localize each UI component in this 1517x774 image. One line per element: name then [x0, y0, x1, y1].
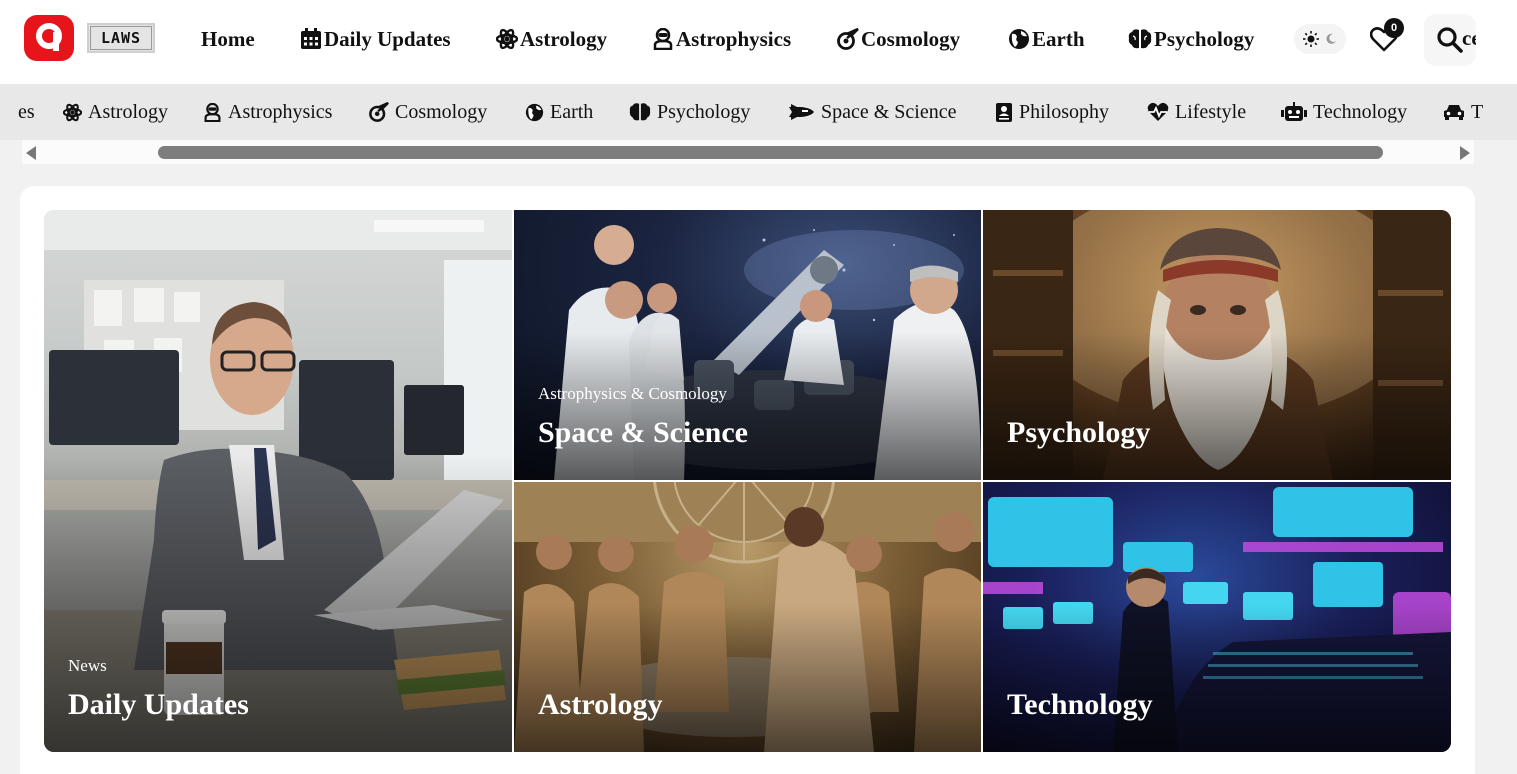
- moon-icon: [1326, 33, 1336, 44]
- category-label: Cosmology: [395, 100, 488, 123]
- site-header: LAWS Home Daily Updates Astrology Astrop…: [0, 0, 1517, 84]
- space-shuttle-icon: [789, 104, 814, 120]
- card-gradient-overlay: [983, 331, 1451, 480]
- category-label: Astrophysics: [228, 100, 333, 123]
- book-icon: [996, 102, 1012, 122]
- atom-icon: [496, 28, 518, 50]
- nav-cosmology-label: Cosmology: [861, 26, 961, 51]
- category-item-technology[interactable]: Technology: [1281, 98, 1407, 126]
- astronaut-icon: [204, 102, 221, 122]
- category-label: Space & Science: [821, 100, 957, 123]
- nav-cosmology[interactable]: Cosmology: [837, 24, 960, 54]
- meteor-icon: [369, 102, 389, 122]
- brain-icon: [629, 103, 651, 121]
- nav-earth[interactable]: Earth: [1008, 24, 1085, 54]
- nav-home-label: Home: [201, 26, 255, 51]
- category-item-lifestyle[interactable]: Lifestyle: [1147, 98, 1246, 126]
- category-strip[interactable]: es Astrology Astrophysics Cosmology Eart…: [0, 84, 1517, 140]
- card-kicker[interactable]: News: [68, 656, 107, 676]
- globe-icon: [1009, 29, 1029, 49]
- scroll-left-arrow-icon[interactable]: [26, 146, 36, 160]
- nav-psychology[interactable]: Psychology: [1128, 24, 1254, 54]
- category-label: Lifestyle: [1175, 100, 1247, 123]
- calendar-icon: [301, 28, 321, 49]
- card-gradient-overlay: [514, 603, 981, 752]
- meteor-icon: [837, 28, 859, 50]
- featured-card-daily-updates[interactable]: News Daily Updates: [44, 210, 512, 752]
- nav-earth-label: Earth: [1032, 26, 1085, 51]
- nav-home[interactable]: Home: [201, 24, 255, 54]
- category-label: Philosophy: [1019, 100, 1110, 123]
- category-scrollbar[interactable]: [22, 140, 1474, 164]
- logo-glyph-icon: [36, 23, 62, 51]
- category-label: Psychology: [657, 100, 751, 123]
- atom-icon: [63, 103, 82, 121]
- laws-badge[interactable]: LAWS: [87, 23, 155, 53]
- category-item-partial[interactable]: es: [18, 98, 35, 126]
- category-label: Earth: [550, 100, 594, 123]
- nav-psychology-label: Psychology: [1154, 26, 1255, 51]
- nav-astrophysics-label: Astrophysics: [676, 26, 792, 51]
- search-icon: [1437, 27, 1463, 53]
- category-item-astrophysics[interactable]: Astrophysics: [203, 98, 332, 126]
- scrollbar-thumb[interactable]: [158, 146, 1383, 159]
- category-item-astrology[interactable]: Astrology: [63, 98, 168, 126]
- scroll-right-arrow-icon[interactable]: [1460, 146, 1470, 160]
- nav-daily-updates[interactable]: Daily Updates: [300, 24, 451, 54]
- featured-grid: News Daily Updates Astrophysics & Cosmol…: [44, 210, 1451, 752]
- theme-toggle[interactable]: [1294, 24, 1346, 54]
- featured-card-space-science[interactable]: Astrophysics & Cosmology Space & Science: [514, 210, 981, 480]
- car-icon: [1444, 105, 1464, 120]
- site-logo[interactable]: [24, 15, 74, 61]
- category-item-cosmology[interactable]: Cosmology: [369, 98, 487, 126]
- card-title[interactable]: Space & Science: [538, 416, 748, 450]
- category-label: Technology: [1313, 100, 1408, 123]
- card-gradient-overlay: [983, 603, 1451, 752]
- nav-overflow-text: ce: [1462, 26, 1476, 50]
- category-item-partial-end[interactable]: T: [1443, 98, 1483, 126]
- nav-daily-updates-label: Daily Updates: [324, 26, 451, 51]
- sun-icon: [1303, 31, 1319, 47]
- featured-card-psychology[interactable]: Psychology: [983, 210, 1451, 480]
- card-title[interactable]: Daily Updates: [68, 688, 249, 722]
- category-label-partial: es: [18, 100, 35, 123]
- card-title[interactable]: Psychology: [1007, 416, 1150, 450]
- robot-icon: [1281, 102, 1307, 121]
- globe-icon: [525, 103, 544, 121]
- category-label-partial-end: T: [1471, 100, 1484, 123]
- card-title[interactable]: Astrology: [538, 688, 662, 722]
- card-title[interactable]: Technology: [1007, 688, 1153, 722]
- category-item-space-science[interactable]: Space & Science: [787, 98, 957, 126]
- featured-card-technology[interactable]: Technology: [983, 482, 1451, 752]
- heartbeat-icon: [1147, 102, 1169, 121]
- nav-astrophysics[interactable]: Astrophysics: [652, 24, 791, 54]
- wishlist-count-badge: 0: [1384, 18, 1404, 38]
- nav-astrology[interactable]: Astrology: [496, 24, 607, 54]
- card-kicker[interactable]: Astrophysics & Cosmology: [538, 384, 727, 404]
- category-label: Astrology: [88, 100, 168, 123]
- search-button[interactable]: ce: [1424, 14, 1476, 66]
- brain-icon: [1128, 29, 1152, 49]
- nav-astrology-label: Astrology: [520, 26, 608, 51]
- astronaut-icon: [653, 28, 673, 50]
- featured-card-astrology[interactable]: Astrology: [514, 482, 981, 752]
- category-item-philosophy[interactable]: Philosophy: [995, 98, 1109, 126]
- category-item-earth[interactable]: Earth: [525, 98, 593, 126]
- category-item-psychology[interactable]: Psychology: [629, 98, 750, 126]
- card-gradient-overlay: [514, 331, 981, 480]
